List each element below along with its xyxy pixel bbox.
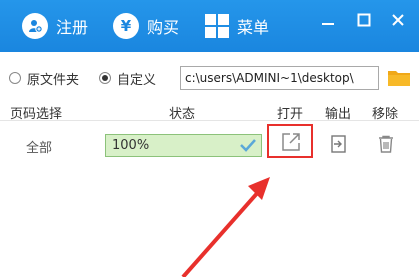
pointer-arrow xyxy=(181,177,270,277)
